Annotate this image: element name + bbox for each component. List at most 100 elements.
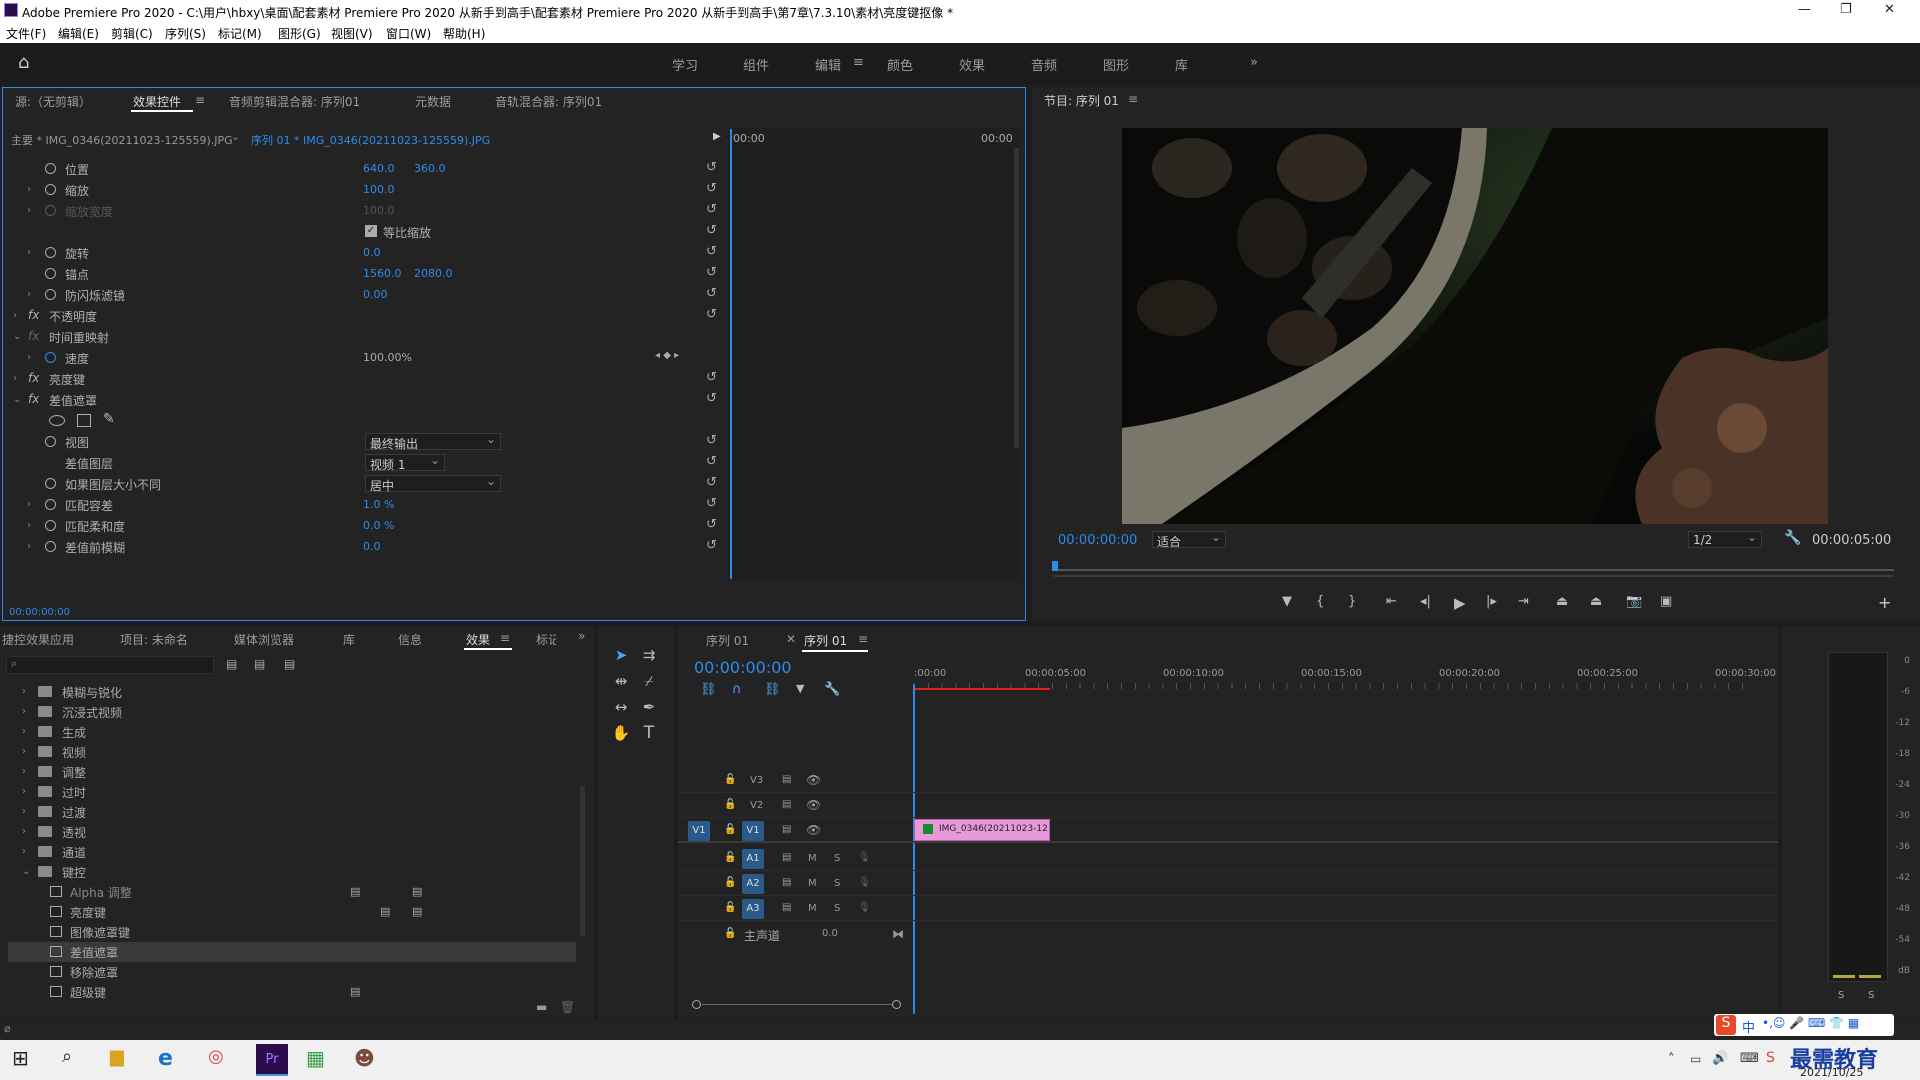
mute-button[interactable]: M: [808, 903, 817, 914]
tab-source[interactable]: 源:（无剪辑）: [15, 93, 91, 110]
timeline-timecode[interactable]: 00:00:00:00: [694, 658, 792, 677]
nest-icon[interactable]: ⛓: [700, 682, 717, 697]
file-explorer-icon[interactable]: ▆: [110, 1046, 140, 1074]
home-icon[interactable]: ⌂: [18, 52, 29, 73]
program-zoom-bar[interactable]: [1054, 575, 1894, 581]
folder-channel[interactable]: › 通道: [22, 842, 582, 862]
track-target-a1[interactable]: A1: [742, 849, 764, 869]
folder-generate[interactable]: › 生成: [22, 722, 582, 742]
menu-clip[interactable]: 剪辑(C): [111, 25, 153, 42]
fx-icon[interactable]: fx: [28, 308, 39, 322]
workspace-color[interactable]: 颜色: [887, 55, 913, 74]
work-area-bar[interactable]: [914, 688, 1050, 690]
chevron-right-icon[interactable]: ›: [27, 184, 31, 195]
tab-media-browser[interactable]: 媒体浏览器: [234, 631, 294, 648]
chevron-down-icon[interactable]: ⌄: [13, 394, 21, 405]
program-title[interactable]: 节目: 序列 01: [1044, 92, 1119, 109]
stopwatch-icon[interactable]: [45, 478, 56, 489]
go-to-start-icon[interactable]: ⧓: [892, 927, 904, 941]
sync-lock-icon[interactable]: ▤: [782, 877, 791, 888]
menu-window[interactable]: 窗口(W): [386, 25, 431, 42]
meter-solo-r[interactable]: S: [1868, 990, 1874, 1001]
ripple-edit-tool-icon[interactable]: ⇹: [610, 670, 632, 692]
chevron-down-icon[interactable]: ⌄: [13, 331, 21, 342]
effect-item-alpha-adjust[interactable]: Alpha 调整 ▤ ▤: [50, 882, 594, 902]
stopwatch-icon[interactable]: [45, 184, 56, 195]
prop-value-x[interactable]: 640.0: [363, 162, 395, 175]
tab-libraries[interactable]: 库: [343, 631, 355, 648]
razor-tool-icon[interactable]: ⌿: [638, 670, 660, 692]
eye-icon[interactable]: 👁: [806, 798, 821, 812]
stopwatch-icon[interactable]: [45, 352, 56, 363]
workspace-graphics[interactable]: 图形: [1103, 55, 1129, 74]
reset-icon[interactable]: ↺: [706, 244, 717, 259]
ime-toolbar[interactable]: S 中 •,☺ 🎤 ⌨ 👕 ▦: [1714, 1014, 1894, 1036]
accelerated-effects-icon[interactable]: ▤: [226, 657, 237, 671]
effects-search-input[interactable]: ⌕: [6, 656, 214, 674]
solo-button[interactable]: S: [834, 853, 840, 864]
windows-start-icon[interactable]: ⊞: [12, 1046, 42, 1074]
master-volume[interactable]: 0.0: [822, 928, 838, 939]
menu-edit[interactable]: 编辑(E): [58, 25, 99, 42]
solo-button[interactable]: S: [834, 878, 840, 889]
chevron-right-icon[interactable]: ›: [13, 373, 17, 384]
track-label[interactable]: V3: [750, 775, 763, 786]
prop-value[interactable]: 0.0: [363, 246, 381, 259]
pen-mask-icon[interactable]: ✎: [103, 411, 115, 427]
tab-metadata[interactable]: 元数据: [415, 93, 451, 110]
minimize-icon[interactable]: —: [1798, 2, 1811, 17]
track-label[interactable]: V2: [750, 800, 763, 811]
stopwatch-icon[interactable]: [45, 436, 56, 447]
reset-icon[interactable]: ↺: [706, 307, 717, 322]
chevron-right-icon[interactable]: ›: [27, 541, 31, 552]
mark-in-icon[interactable]: {: [1316, 594, 1324, 609]
workspace-assembly[interactable]: 组件: [743, 55, 769, 74]
lock-icon[interactable]: 🔓: [724, 928, 736, 939]
ime-tools-icon[interactable]: •,☺ 🎤 ⌨ 👕 ▦: [1762, 1016, 1859, 1030]
tab-effect-presets[interactable]: 捷控效果应用: [2, 631, 74, 648]
voiceover-mic-icon[interactable]: 🎙: [858, 877, 871, 888]
workspace-more-icon[interactable]: »: [1250, 55, 1258, 70]
track-target-a3[interactable]: A3: [742, 899, 764, 919]
tray-app-icon[interactable]: ⌨: [1740, 1051, 1759, 1066]
lock-icon[interactable]: 🔓: [724, 799, 736, 810]
zoom-dropdown[interactable]: 适合: [1152, 530, 1226, 549]
folder-immersive-video[interactable]: › 沉浸式视频: [22, 702, 582, 722]
time-ruler[interactable]: :00:00 00:00:05:00 00:00:10:00 00:00:15:…: [914, 668, 1776, 690]
chevron-right-icon[interactable]: ›: [13, 310, 17, 321]
source-patch-v1[interactable]: V1: [688, 821, 710, 841]
rectangle-mask-icon[interactable]: [77, 414, 91, 427]
lift-icon[interactable]: ⏏: [1556, 594, 1568, 609]
workspace-audio[interactable]: 音频: [1031, 55, 1057, 74]
tab-sequence-01-b[interactable]: 序列 01: [804, 632, 847, 649]
reset-icon[interactable]: ↺: [706, 181, 717, 196]
video-clip[interactable]: IMG_0346(20211023-12: [914, 819, 1050, 841]
32bit-effects-icon[interactable]: ▤: [254, 657, 265, 671]
keyframe-nav-icon[interactable]: ◂ ◆ ▸: [655, 350, 679, 361]
reset-icon[interactable]: ↺: [706, 160, 717, 175]
eye-icon[interactable]: 👁: [806, 773, 821, 787]
panel-menu-icon[interactable]: ≡: [858, 632, 868, 646]
video-preview[interactable]: [1122, 128, 1828, 524]
compare-view-icon[interactable]: ▣: [1660, 594, 1672, 609]
snap-icon[interactable]: ∩: [732, 682, 742, 697]
menu-file[interactable]: 文件(F): [6, 25, 46, 42]
expand-timeline-icon[interactable]: ▶: [713, 131, 721, 142]
workspace-learn[interactable]: 学习: [672, 55, 698, 74]
fx-icon[interactable]: fx: [28, 392, 39, 406]
add-marker-icon[interactable]: ▼: [1282, 594, 1292, 609]
stopwatch-icon[interactable]: [45, 163, 56, 174]
lock-icon[interactable]: 🔓: [724, 902, 736, 913]
go-to-in-icon[interactable]: ⇤: [1386, 594, 1397, 609]
voiceover-mic-icon[interactable]: 🎙: [858, 902, 871, 913]
prop-value-x[interactable]: 1560.0: [363, 267, 402, 280]
sync-lock-icon[interactable]: ▤: [782, 824, 791, 835]
stopwatch-icon[interactable]: [45, 499, 56, 510]
tab-project[interactable]: 项目: 未命名: [120, 631, 188, 648]
go-to-out-icon[interactable]: ⇥: [1518, 594, 1529, 609]
prop-value[interactable]: 0.0: [363, 540, 381, 553]
stopwatch-icon[interactable]: [45, 541, 56, 552]
stopwatch-icon[interactable]: [45, 247, 56, 258]
prop-value[interactable]: 100.0: [363, 183, 395, 196]
folder-keying[interactable]: ⌄ 键控: [22, 862, 582, 882]
